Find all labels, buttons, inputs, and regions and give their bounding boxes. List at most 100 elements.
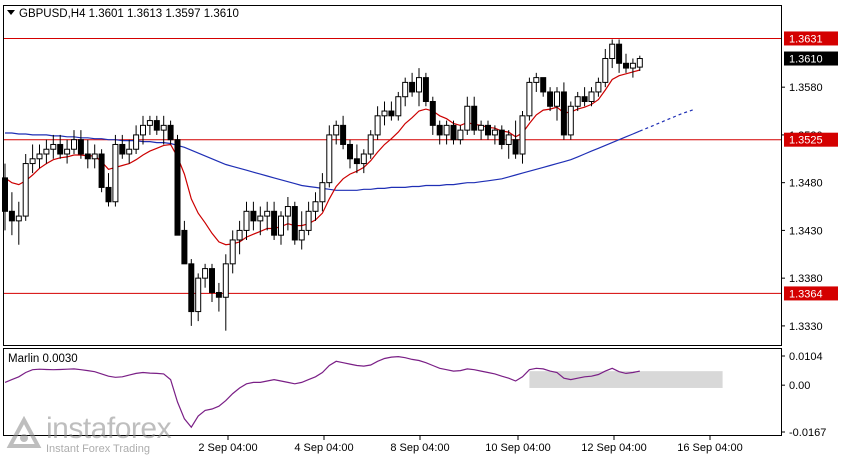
candle-bull [629,62,636,69]
candle-bear [560,91,567,136]
candle-bull [298,229,305,241]
candle-bear [388,110,395,117]
candle-bull [519,115,526,155]
candle-bear [119,143,126,155]
candle-bull [416,77,422,93]
candle-bull [36,153,43,160]
candle-bear [8,210,15,222]
y-tick-label: 1.3330 [789,321,823,333]
candle-bull [140,124,146,136]
candle-bear [422,77,429,102]
instaforex-logo-icon [6,416,42,448]
candle-bull [236,229,243,241]
candle-bull [402,81,409,98]
candle-bear [471,105,478,131]
indicator-label: Marlin 0.0030 [8,353,78,365]
candle-bear [153,120,160,131]
marlin-tick-label: 0.0104 [789,351,823,363]
level-label: 1.3525 [789,135,823,147]
y-tick-label: 1.3480 [789,178,823,190]
candle-bull [264,210,271,217]
chart: 1.33301.33801.34301.34801.35301.35800.01… [0,0,842,459]
x-tick-label: 8 Sep 04:00 [390,442,449,454]
candle-bear [547,91,554,107]
level-label: 1.3364 [789,288,823,300]
marlin-tick-label: -0.0167 [789,427,826,439]
candle-bear [84,153,91,160]
candle-bear [188,263,195,313]
candle-bear [623,62,629,69]
candle-bull [146,120,153,126]
candle-bull [505,134,512,145]
candle-bull [133,134,140,150]
candle-bull [567,105,574,136]
candle-bear [181,229,188,265]
candle-bull [229,239,236,265]
chart-svg: 1.33301.33801.34301.34801.35301.35800.01… [2,5,838,454]
x-tick-label: 16 Sep 04:00 [677,442,742,454]
y-tick-label: 1.3430 [789,225,823,237]
x-tick-label: 4 Sep 04:00 [294,442,353,454]
candle-bull [533,77,540,83]
watermark: instaforex Instant Forex Trading [6,412,191,456]
candle-bull [360,153,367,165]
candle-bull [588,91,595,102]
candle-bear [340,124,347,145]
candle-bull [381,110,388,117]
candle-bear [409,81,416,93]
candle-bear [436,124,443,136]
candle-bull [160,124,167,131]
x-tick-label: 12 Sep 04:00 [581,442,646,454]
candle-bull [526,81,533,117]
watermark-brand: instaforex [46,412,172,445]
candle-bull [602,58,609,83]
candle-bear [498,129,505,145]
level-label: 1.3631 [789,33,823,45]
candle-bull [195,277,202,313]
candle-bear [77,139,84,155]
candle-bull [443,124,450,136]
candle-bull [374,115,381,136]
candle-bull [29,158,36,165]
candle-bull [636,58,643,68]
candle-bear [98,153,105,188]
candle-bull [126,148,133,155]
candle-bear [174,139,181,236]
candle-bear [215,291,222,298]
candle-bear [540,77,547,93]
candle-bull [395,96,402,117]
candle-bull [312,201,319,212]
candle-bull [278,215,284,236]
candle-bear [616,43,623,64]
candle-bull [491,129,498,136]
current-price-label: 1.3610 [789,54,823,66]
candle-bear [209,268,215,293]
candle-bull [595,81,602,93]
candle-bull [457,129,464,141]
candle-bull [326,134,333,184]
symbol-header: GBPUSD,H4 1.3601 1.3613 1.3597 1.3610 [19,8,239,20]
candle-bull [222,263,229,298]
candle-bear [2,177,8,212]
y-tick-label: 1.3580 [789,82,823,94]
candle-bear [105,186,112,203]
candle-bear [57,143,64,155]
candle-bull [15,215,22,222]
candle-bear [250,210,257,222]
candle-bear [271,210,278,236]
y-tick-label: 1.3380 [789,273,823,285]
candle-bear [512,139,519,155]
candle-bull [43,148,50,155]
watermark-tagline: Instant Forex Trading [46,443,150,455]
candle-bear [485,124,491,136]
main-pane-frame [3,5,782,346]
candle-bull [464,105,471,131]
marlin-tick-label: 0.00 [789,380,810,392]
candle-bull [64,148,71,155]
candle-bull [367,134,374,155]
candle-bear [291,206,298,241]
candle-bull [202,268,209,279]
candle-bull [609,43,616,60]
candle-bear [347,143,353,160]
x-tick-label: 2 Sep 04:00 [198,442,257,454]
